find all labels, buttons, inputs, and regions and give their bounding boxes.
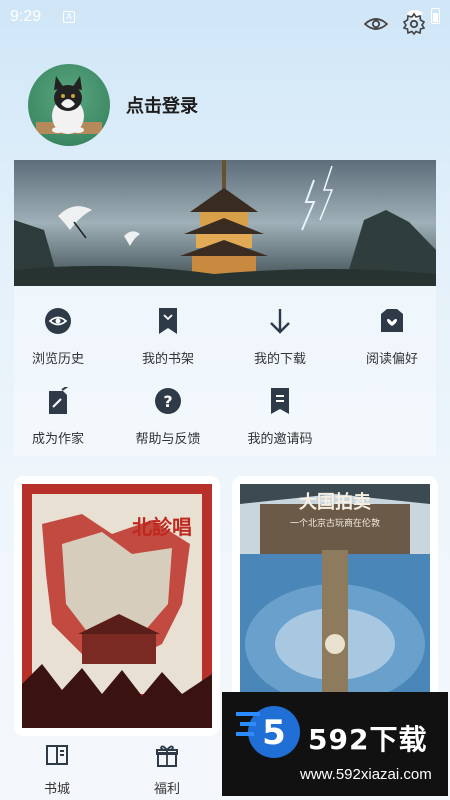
tab-label: 福利 [153,782,180,797]
menu-item-label: 我的下载 [253,352,306,367]
notification-icon: A [63,11,76,23]
download-icon [270,309,290,334]
bookmark-icon [159,308,177,334]
watermark-logo-digit: 5 [262,713,286,753]
cover-art-red: 北診唱 [22,484,212,728]
book-open-icon [46,745,68,765]
watermark-logo-icon: 5 [236,706,300,758]
tab-label: 书城 [43,782,70,797]
watermark-title: 592下载 [308,723,428,756]
menu-item-history[interactable]: 浏览历史 [8,306,108,367]
profile-section[interactable]: 点击登录 [28,64,198,146]
help-icon: ? [155,388,181,414]
cat-avatar-image [36,76,102,134]
status-time: 9:29 [10,8,42,25]
menu-grid: 浏览历史 我的书架 我的下载 阅读偏好 成为作家 ? 帮助与反馈 我的邀请码 [14,286,436,456]
invite-code-icon [271,388,289,414]
book-card[interactable]: 北診唱 [14,476,220,736]
inbox-heart-icon [381,309,403,332]
battery-icon [431,8,440,24]
menu-item-bookshelf[interactable]: 我的书架 [118,306,218,367]
top-actions [364,12,426,36]
tab-benefits[interactable]: 福利 [132,744,202,797]
menu-item-label: 我的书架 [141,352,194,367]
avatar[interactable] [28,64,110,146]
cover-subtitle: 一个北京古玩商在伦敦 [290,517,380,529]
eye-toggle-icon[interactable] [364,12,388,36]
menu-item-label: 成为作家 [31,432,84,447]
menu-item-preferences[interactable]: 阅读偏好 [342,306,442,367]
settings-gear-icon[interactable] [402,12,426,36]
menu-item-help[interactable]: ? 帮助与反馈 [118,386,218,447]
menu-item-downloads[interactable]: 我的下载 [230,306,330,367]
eye-icon [45,308,71,334]
login-link[interactable]: 点击登录 [126,92,198,118]
menu-item-invite-code[interactable]: 我的邀请码 [230,386,330,447]
tab-bookstore[interactable]: 书城 [22,744,92,797]
watermark-url: www.592xiazai.com [300,766,432,783]
menu-item-label: 帮助与反馈 [135,432,201,447]
pagoda-banner-image [14,160,436,286]
cover-title: 大国拍卖 [299,491,371,513]
cover-title: 北診唱 [132,515,192,539]
svg-text:?: ? [163,392,172,411]
menu-item-label: 浏览历史 [31,352,84,367]
gift-icon [156,745,178,767]
document-pen-icon [49,387,69,414]
menu-item-label: 阅读偏好 [365,352,418,367]
menu-item-label: 我的邀请码 [247,432,313,447]
menu-item-become-author[interactable]: 成为作家 [8,386,108,447]
site-watermark: 5 592下载 www.592xiazai.com [222,692,448,796]
promo-banner[interactable] [14,160,436,286]
book-cover: 北診唱 [22,484,212,728]
